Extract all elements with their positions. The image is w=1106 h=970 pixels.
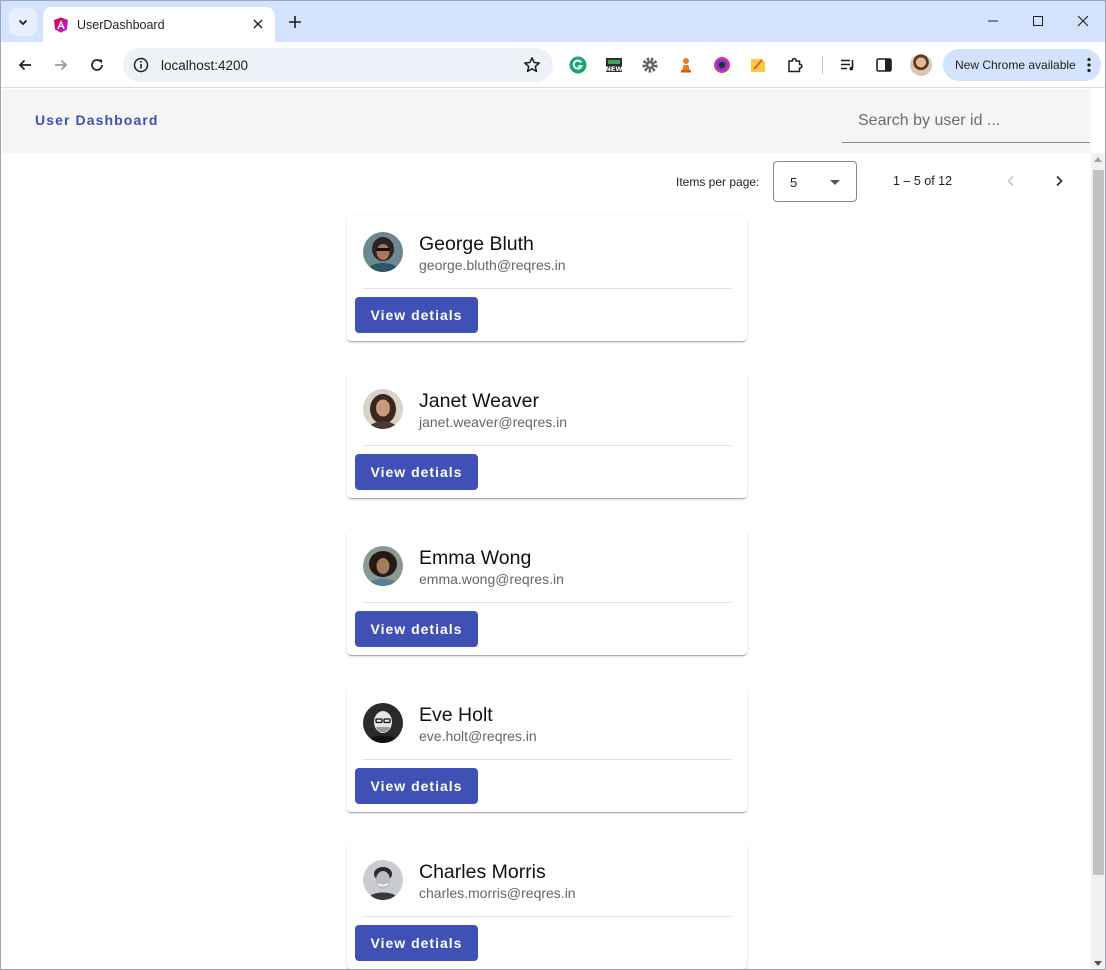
search-field[interactable] xyxy=(842,99,1090,143)
note-extension-icon[interactable] xyxy=(748,55,768,75)
tab-title: UserDashboard xyxy=(77,17,165,32)
card-divider xyxy=(363,288,731,289)
user-email: charles.morris@reqres.in xyxy=(419,885,576,901)
address-bar[interactable]: localhost:4200 xyxy=(123,48,553,82)
app-title[interactable]: User Dashboard xyxy=(35,112,159,128)
forward-arrow-icon[interactable] xyxy=(47,51,75,79)
view-details-button[interactable]: View detials xyxy=(355,925,478,961)
puzzle-extensions-icon[interactable] xyxy=(785,55,805,75)
close-tab-icon[interactable] xyxy=(249,15,267,33)
user-name: Eve Holt xyxy=(419,704,493,726)
user-name: George Bluth xyxy=(419,233,534,255)
url-text: localhost:4200 xyxy=(161,57,249,73)
page-size-value: 5 xyxy=(790,175,798,190)
items-per-page-label: Items per page: xyxy=(676,175,760,189)
scroll-up-arrow-icon[interactable] xyxy=(1094,157,1102,162)
chess-pawn-extension-icon[interactable] xyxy=(676,55,696,75)
browser-tab[interactable]: UserDashboard xyxy=(43,7,275,42)
gear-extension-icon[interactable] xyxy=(640,55,660,75)
view-details-button[interactable]: View detials xyxy=(355,611,478,647)
maximize-icon[interactable] xyxy=(1016,7,1060,35)
user-email: janet.weaver@reqres.in xyxy=(419,414,568,430)
svg-text:NEW: NEW xyxy=(605,65,622,73)
vertical-scrollbar[interactable] xyxy=(1091,153,1105,969)
user-email: emma.wong@reqres.in xyxy=(419,571,564,587)
paginator: Items per page: 5 1 – 5 of 12 xyxy=(2,161,1090,202)
update-label: New Chrome available xyxy=(955,58,1076,72)
browser-toolbar: localhost:4200 NEW New Chrome available xyxy=(1,42,1105,88)
scroll-down-arrow-icon[interactable] xyxy=(1094,961,1102,966)
app-header: User Dashboard xyxy=(2,89,1090,153)
site-info-icon[interactable] xyxy=(133,57,149,73)
more-menu-icon[interactable] xyxy=(1087,57,1091,76)
page-viewport: User Dashboard Items per page: 5 1 – 5 o… xyxy=(2,89,1090,969)
range-label: 1 – 5 of 12 xyxy=(893,174,953,188)
next-page-button[interactable] xyxy=(1047,169,1071,193)
previous-page-button[interactable] xyxy=(999,169,1023,193)
avatar xyxy=(363,546,403,586)
tab-search-button[interactable] xyxy=(9,8,37,36)
user-card: George Bluth george.bluth@reqres.in View… xyxy=(347,216,747,341)
new-chrome-available-button[interactable]: New Chrome available xyxy=(943,49,1101,81)
media-control-icon[interactable] xyxy=(838,55,858,75)
avatar xyxy=(363,703,403,743)
user-email: george.bluth@reqres.in xyxy=(419,257,566,273)
user-email: eve.holt@reqres.in xyxy=(419,728,537,744)
user-card: Emma Wong emma.wong@reqres.in View detia… xyxy=(347,530,747,655)
user-name: Janet Weaver xyxy=(419,390,539,412)
close-window-icon[interactable] xyxy=(1061,7,1105,35)
reload-icon[interactable] xyxy=(83,51,111,79)
new-tab-icon[interactable] xyxy=(283,10,307,34)
card-divider xyxy=(363,759,731,760)
view-details-button[interactable]: View detials xyxy=(355,297,478,333)
user-name: Emma Wong xyxy=(419,547,532,569)
view-details-button[interactable]: View detials xyxy=(355,454,478,490)
avatar xyxy=(363,860,403,900)
bookmark-star-icon[interactable] xyxy=(523,56,541,79)
card-divider xyxy=(363,445,731,446)
grammarly-extension-icon[interactable] xyxy=(568,55,588,75)
chevron-right-icon xyxy=(1056,175,1063,187)
card-divider xyxy=(363,602,731,603)
user-card: Eve Holt eve.holt@reqres.in View detials xyxy=(347,687,747,812)
avatar xyxy=(363,232,403,272)
dropdown-arrow-icon xyxy=(830,180,840,185)
view-details-button[interactable]: View detials xyxy=(355,768,478,804)
toolbar-divider xyxy=(822,56,823,74)
search-input[interactable] xyxy=(842,99,1090,142)
card-divider xyxy=(363,916,731,917)
side-panel-icon[interactable] xyxy=(874,55,894,75)
color-picker-extension-icon[interactable] xyxy=(712,55,732,75)
avatar xyxy=(363,389,403,429)
new-badge-extension-icon[interactable]: NEW xyxy=(604,55,624,75)
chevron-down-icon xyxy=(18,19,28,26)
user-name: Charles Morris xyxy=(419,861,546,883)
page-size-select[interactable]: 5 xyxy=(773,161,857,202)
angular-icon xyxy=(53,17,69,33)
scrollbar-thumb[interactable] xyxy=(1093,170,1104,875)
minimize-icon[interactable] xyxy=(971,7,1015,35)
tab-strip: UserDashboard xyxy=(1,1,1105,42)
browser-window: UserDashboard localhost:4200 NEW New Chr… xyxy=(0,0,1106,970)
chevron-left-icon xyxy=(1007,175,1014,187)
profile-avatar[interactable] xyxy=(910,54,932,76)
back-arrow-icon[interactable] xyxy=(11,51,39,79)
user-card: Janet Weaver janet.weaver@reqres.in View… xyxy=(347,373,747,498)
user-card: Charles Morris charles.morris@reqres.in … xyxy=(347,844,747,969)
